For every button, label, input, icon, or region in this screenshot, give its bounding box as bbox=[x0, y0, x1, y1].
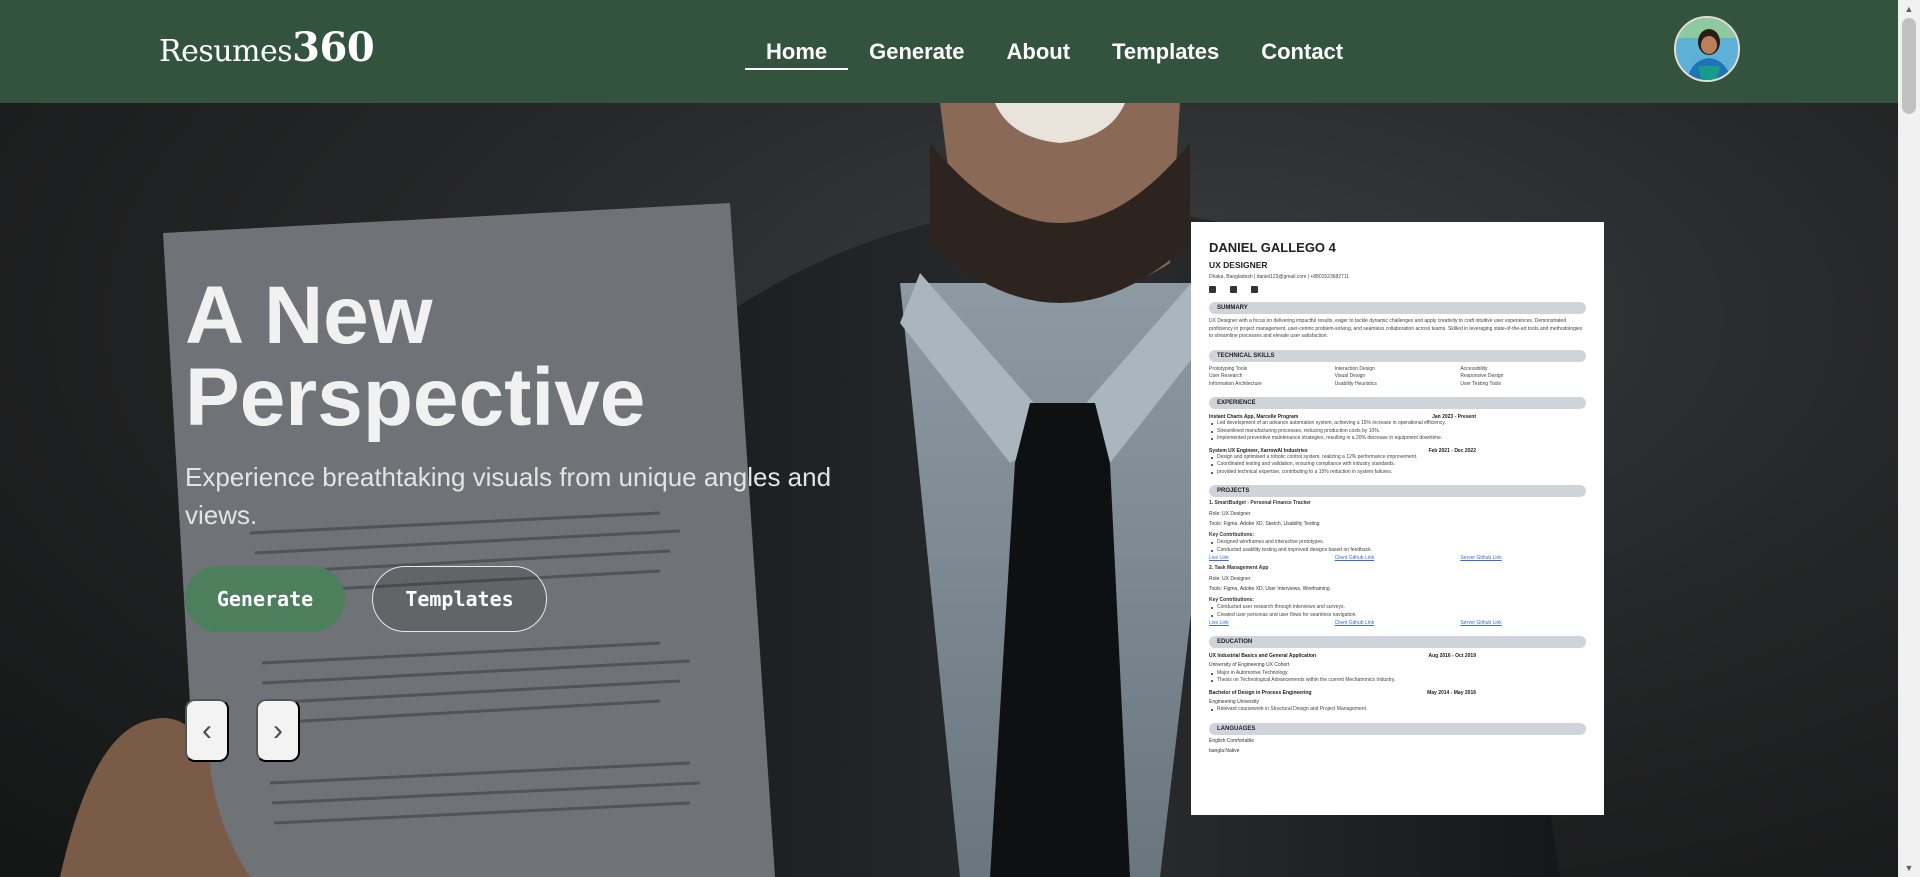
brand-logo[interactable]: Resumes360 bbox=[159, 24, 375, 71]
resume-contact: Dhaka, Bangladesh | daniel123@gmail.com … bbox=[1209, 274, 1350, 280]
hero-title: A New Perspective bbox=[185, 275, 645, 439]
server-github-link[interactable]: Server Github Link bbox=[1460, 554, 1586, 562]
project-title: 1. SmartBudget - Personal Finance Tracke… bbox=[1209, 500, 1311, 506]
education-title: UX Industrial Basics and General Applica… bbox=[1209, 653, 1317, 659]
carousel-prev-button[interactable]: ‹ bbox=[185, 699, 229, 762]
education-bullet: Relevant coursework in Structural Design… bbox=[1209, 706, 1586, 714]
resume-section-experience: EXPERIENCE bbox=[1209, 397, 1586, 409]
project-links: Live Link Client Github Link Server Gith… bbox=[1209, 554, 1586, 562]
carousel-next-button[interactable]: › bbox=[256, 699, 300, 762]
nav-about[interactable]: About bbox=[986, 0, 1092, 103]
project-tools: Tools: Figma, Adobe XD, User Interviews,… bbox=[1209, 586, 1330, 592]
linkedin-icon bbox=[1209, 286, 1216, 293]
project-role: Role: UX Designer bbox=[1209, 510, 1251, 517]
main-nav: Home Generate About Templates Contact bbox=[745, 0, 1364, 103]
client-github-link[interactable]: Client Github Link bbox=[1335, 554, 1461, 562]
education-header: UX Industrial Basics and General Applica… bbox=[1209, 653, 1586, 659]
scrollbar-thumb[interactable] bbox=[1902, 18, 1916, 114]
brand-number: 360 bbox=[292, 24, 375, 71]
experience-bullet: Streamlined manufacturing processes, red… bbox=[1209, 428, 1586, 436]
hero-title-line2: Perspective bbox=[185, 352, 646, 443]
resume-social-icons bbox=[1209, 286, 1586, 293]
resume-skills-grid: Prototyping Tools Interaction Design Acc… bbox=[1209, 366, 1586, 389]
skill-item: Prototyping Tools bbox=[1209, 365, 1248, 372]
resume-title: UX DESIGNER bbox=[1209, 260, 1268, 270]
top-navbar: Resumes360 Home Generate About Templates… bbox=[0, 0, 1898, 103]
skill-item: Accessibility bbox=[1460, 365, 1488, 372]
skill-item: Information Architecture bbox=[1209, 380, 1262, 387]
brand-name: Resumes bbox=[159, 34, 293, 69]
project-title: 2. Task Management App bbox=[1209, 565, 1269, 571]
hero-title-line1: A New bbox=[185, 270, 433, 361]
facebook-icon bbox=[1251, 286, 1258, 293]
experience-bullet: Coordinated testing and validation, ensu… bbox=[1209, 461, 1586, 469]
resume-section-skills: TECHNICAL SKILLS bbox=[1209, 349, 1586, 362]
education-date: May 2014 - May 2016 bbox=[1427, 689, 1476, 696]
live-link[interactable]: Live Link bbox=[1209, 554, 1335, 562]
resume-summary-text: UX Designer with a focus on delivering i… bbox=[1209, 318, 1583, 339]
skill-item: Usability Heuristics bbox=[1334, 380, 1377, 387]
nav-templates[interactable]: Templates bbox=[1091, 0, 1240, 103]
avatar-image bbox=[1676, 18, 1738, 80]
education-bullet: Major in Automotive Technology. bbox=[1209, 670, 1586, 678]
page-scrollbar[interactable]: ▲ ▼ bbox=[1898, 0, 1920, 877]
language-item: English:Comfortable bbox=[1209, 737, 1255, 744]
hero-carousel: A New Perspective Experience breathtakin… bbox=[0, 103, 1898, 877]
skill-item: Responsive Design bbox=[1460, 373, 1504, 379]
experience-bullet: Design and optimised a robotic control s… bbox=[1209, 454, 1586, 462]
skill-item: Visual Design bbox=[1334, 373, 1366, 379]
resume-section-projects: PROJECTS bbox=[1209, 485, 1586, 497]
education-date: Aug 2016 - Oct 2019 bbox=[1428, 653, 1476, 659]
skill-item: Interaction Design bbox=[1334, 365, 1375, 372]
resume-name: DANIEL GALLEGO 4 bbox=[1209, 240, 1336, 255]
project-key-label: Key Contributions: bbox=[1209, 596, 1254, 603]
project-tools: Tools: Figma, Adobe XD, Sketch, Usabilit… bbox=[1209, 521, 1320, 527]
education-title: Bachelor of Design in Process Engineerin… bbox=[1209, 689, 1312, 696]
project-bullet: Designed wireframes and interactive prot… bbox=[1209, 539, 1586, 547]
project-role: Role: UX Designer bbox=[1209, 575, 1251, 582]
project-key-label: Key Contributions: bbox=[1209, 531, 1254, 538]
templates-button[interactable]: Templates bbox=[372, 566, 547, 632]
project-bullet: Created user personas and user flows for… bbox=[1209, 612, 1586, 620]
github-icon bbox=[1230, 286, 1237, 293]
resume-section-languages: LANGUAGES bbox=[1209, 722, 1586, 735]
hero-subtitle: Experience breathtaking visuals from uni… bbox=[185, 462, 832, 530]
nav-generate[interactable]: Generate bbox=[848, 0, 985, 103]
skill-item: User Testing Tools bbox=[1460, 380, 1501, 387]
nav-contact[interactable]: Contact bbox=[1240, 0, 1364, 103]
skill-item: User Research bbox=[1209, 373, 1243, 379]
resume-section-education: EDUCATION bbox=[1209, 636, 1586, 648]
project-links: Live Link Client Github Link Server Gith… bbox=[1209, 619, 1586, 627]
client-github-link[interactable]: Client Github Link bbox=[1335, 619, 1461, 627]
experience-bullet: Implemented preventive maintenance strat… bbox=[1209, 435, 1586, 443]
project-bullet: Conducted user research through intervie… bbox=[1209, 604, 1586, 612]
resume-section-summary: SUMMARY bbox=[1209, 302, 1586, 314]
generate-button[interactable]: Generate bbox=[185, 566, 345, 632]
experience-bullet: provided technical expertise, contributi… bbox=[1209, 469, 1586, 477]
education-school: University of Engineering UX Cohort bbox=[1209, 662, 1290, 668]
experience-bullet: Led development of an advance automation… bbox=[1209, 420, 1586, 428]
nav-home[interactable]: Home bbox=[745, 0, 849, 103]
education-bullet: Thesis on Technological Advancements wit… bbox=[1209, 677, 1586, 685]
chevron-up-icon[interactable]: ▲ bbox=[1898, 0, 1920, 18]
education-school: Engineering University bbox=[1209, 698, 1260, 705]
server-github-link[interactable]: Server Github Link bbox=[1460, 619, 1586, 627]
language-item: bangla:Native bbox=[1209, 748, 1240, 754]
live-link[interactable]: Live Link bbox=[1209, 619, 1335, 627]
chevron-down-icon[interactable]: ▼ bbox=[1898, 859, 1920, 877]
education-header: Bachelor of Design in Process Engineerin… bbox=[1209, 690, 1586, 696]
user-avatar[interactable] bbox=[1674, 16, 1740, 82]
project-bullet: Conducted usability testing and improved… bbox=[1209, 547, 1586, 555]
resume-preview[interactable]: DANIEL GALLEGO 4 UX DESIGNER Dhaka, Bang… bbox=[1191, 222, 1604, 815]
